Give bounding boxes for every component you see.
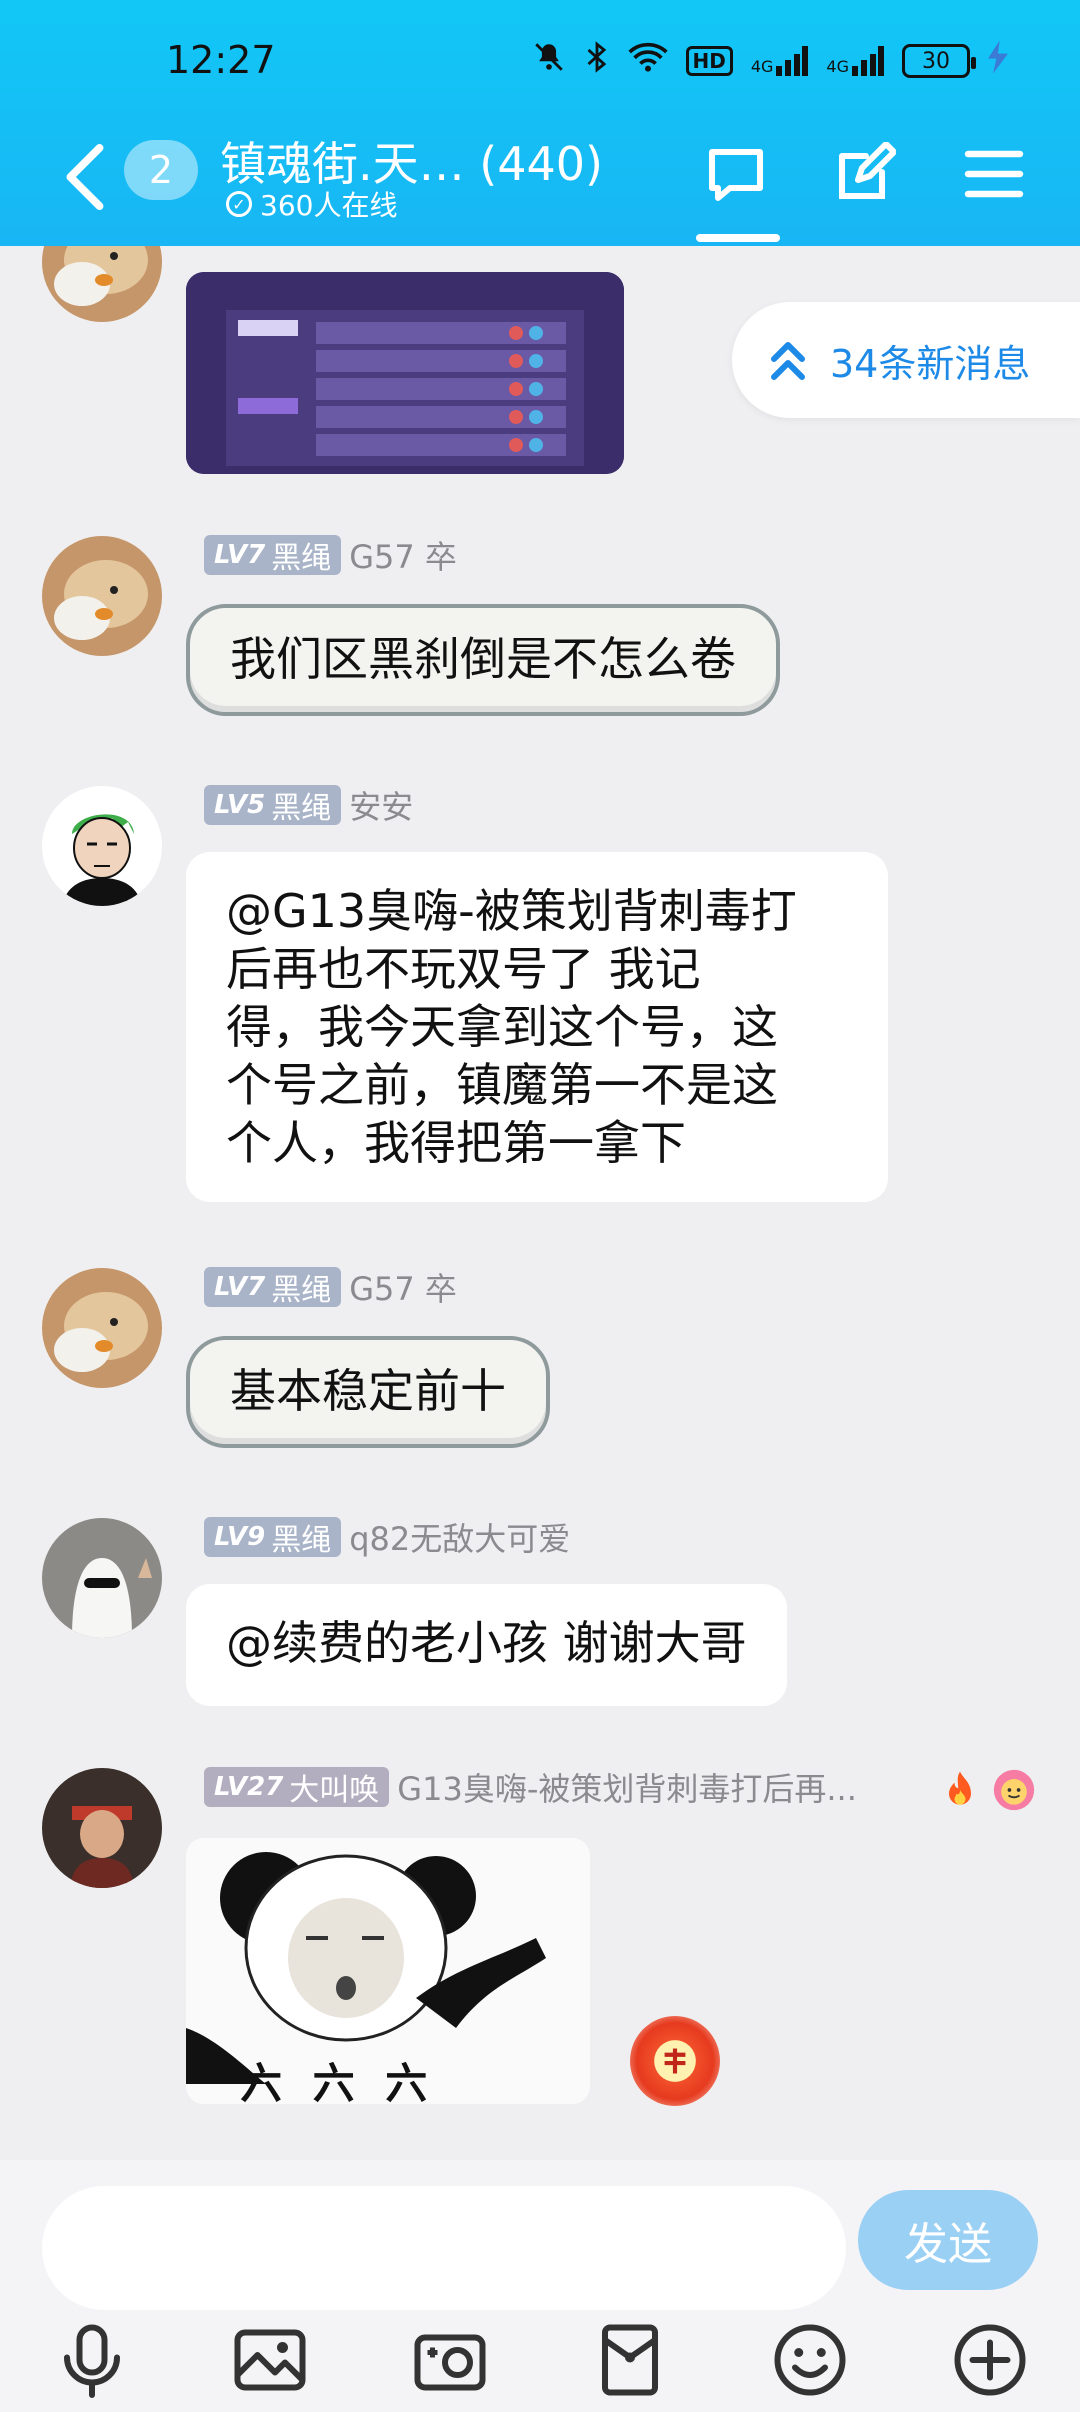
message-bubble[interactable]: 基本稳定前十 bbox=[186, 1336, 550, 1448]
level-badge: LV7 黑绳 bbox=[204, 535, 342, 576]
shared-image[interactable] bbox=[186, 272, 624, 474]
red-packet-button[interactable] bbox=[590, 2320, 670, 2400]
emoji-icon bbox=[774, 2324, 846, 2396]
sender-name[interactable]: q82无敌大可爱 bbox=[349, 1514, 570, 1560]
level-badge: LV27 大叫唤 bbox=[204, 1767, 390, 1808]
menu-button[interactable] bbox=[962, 142, 1026, 206]
level-badge: LV5 黑绳 bbox=[204, 785, 342, 826]
bluetooth-icon bbox=[584, 40, 610, 82]
message-bubble[interactable]: @G13臭嗨-被策划背刺毒打 后再也不玩双号了 我记 得，我今天拿到这个号，这 … bbox=[186, 852, 888, 1202]
new-messages-button[interactable]: 34条新消息 bbox=[732, 302, 1080, 418]
double-chevron-up-icon bbox=[771, 342, 805, 380]
image-icon bbox=[234, 2329, 306, 2391]
chat-tab-button[interactable] bbox=[704, 142, 768, 206]
reaction-icon[interactable] bbox=[630, 2016, 720, 2106]
active-tab-indicator bbox=[696, 234, 780, 242]
sender-meta: LV7 黑绳 G57 卒 bbox=[204, 534, 457, 576]
avatar[interactable] bbox=[42, 1268, 162, 1388]
red-packet-icon bbox=[602, 2324, 658, 2396]
wifi-icon bbox=[627, 41, 668, 81]
chevron-left-icon bbox=[66, 143, 104, 211]
smiley-badge-icon bbox=[992, 1768, 1036, 1816]
message-line: 后再也不玩双号了 我记 bbox=[226, 942, 701, 996]
sender-name[interactable]: 安安 bbox=[349, 782, 413, 828]
message-bubble[interactable]: @续费的老小孩 谢谢大哥 bbox=[186, 1584, 787, 1706]
camera-button[interactable] bbox=[410, 2320, 490, 2400]
battery-icon: 30 bbox=[902, 44, 976, 78]
chat-bubble-icon bbox=[709, 149, 763, 201]
plus-icon bbox=[954, 2324, 1026, 2396]
message-bubble[interactable]: 我们区黑刹倒是不怎么卷 bbox=[186, 604, 780, 716]
avatar[interactable] bbox=[42, 1518, 162, 1638]
message-line: 个人，我得把第一拿下 bbox=[226, 1116, 686, 1170]
sender-name[interactable]: G57 卒 bbox=[349, 532, 457, 578]
mute-icon bbox=[532, 40, 566, 82]
fire-icon bbox=[938, 1768, 982, 1816]
more-button[interactable] bbox=[950, 2320, 1030, 2400]
edit-icon bbox=[839, 141, 897, 199]
camera-icon bbox=[414, 2334, 486, 2391]
title-row: 2 镇魂街.天… (440) ✓ 360人在线 bbox=[0, 120, 1080, 246]
signal-icon-a: 4G bbox=[751, 46, 809, 76]
online-count[interactable]: ✓ 360人在线 bbox=[226, 184, 397, 224]
level-badge: LV9 黑绳 bbox=[204, 1517, 342, 1558]
hd-icon: HD bbox=[685, 46, 733, 76]
signal-icon-b: 4G bbox=[826, 46, 884, 76]
send-button[interactable]: 发送 bbox=[858, 2190, 1038, 2290]
status-bar: 12:27 HD 4G 4G 30 bbox=[0, 0, 1080, 120]
avatar[interactable] bbox=[42, 786, 162, 906]
avatar[interactable] bbox=[42, 536, 162, 656]
sender-meta: LV7 黑绳 G57 卒 bbox=[204, 1266, 457, 1308]
message-line: 得，我今天拿到这个号，这 bbox=[226, 1000, 778, 1054]
sender-name[interactable]: G57 卒 bbox=[349, 1264, 457, 1310]
sender-meta: LV5 黑绳 安安 bbox=[204, 784, 413, 826]
chat-list[interactable]: 34条新消息 LV7 黑绳 G57 卒 我们区黑刹倒是不怎么卷 LV5 黑绳 安安 … bbox=[0, 246, 1080, 2160]
avatar[interactable] bbox=[42, 246, 162, 322]
voice-button[interactable] bbox=[52, 2320, 132, 2400]
sticker-caption: 六 六 六 bbox=[240, 2059, 436, 2104]
back-button[interactable] bbox=[60, 142, 108, 212]
status-icons: HD 4G 4G 30 bbox=[532, 40, 1008, 82]
menu-icon bbox=[964, 150, 1024, 198]
app-header: 12:27 HD 4G 4G 30 2 镇魂街.天… (440) ✓ 360人在… bbox=[0, 0, 1080, 246]
level-badge: LV7 黑绳 bbox=[204, 1267, 342, 1308]
input-area: 发送 bbox=[0, 2160, 1080, 2412]
message-line: 个号之前，镇魔第一不是这 bbox=[226, 1058, 778, 1112]
sender-name[interactable]: G13臭嗨-被策划背刺毒打后再... bbox=[397, 1764, 857, 1810]
emoji-button[interactable] bbox=[770, 2320, 850, 2400]
message-input[interactable] bbox=[42, 2186, 846, 2310]
unread-count-badge[interactable]: 2 bbox=[124, 140, 198, 200]
sender-meta: LV27 大叫唤 G13臭嗨-被策划背刺毒打后再... bbox=[204, 1766, 857, 1808]
message-line: @G13臭嗨-被策划背刺毒打 bbox=[226, 884, 797, 938]
sender-meta: LV9 黑绳 q82无敌大可爱 bbox=[204, 1516, 570, 1558]
sticker-image[interactable]: 六 六 六 bbox=[186, 1838, 590, 2104]
edit-button[interactable] bbox=[832, 141, 897, 206]
charging-icon bbox=[988, 40, 1008, 82]
image-button[interactable] bbox=[230, 2320, 310, 2400]
online-check-icon: ✓ bbox=[226, 191, 252, 217]
status-time: 12:27 bbox=[166, 38, 276, 82]
microphone-icon bbox=[64, 2324, 120, 2398]
avatar[interactable] bbox=[42, 1768, 162, 1888]
